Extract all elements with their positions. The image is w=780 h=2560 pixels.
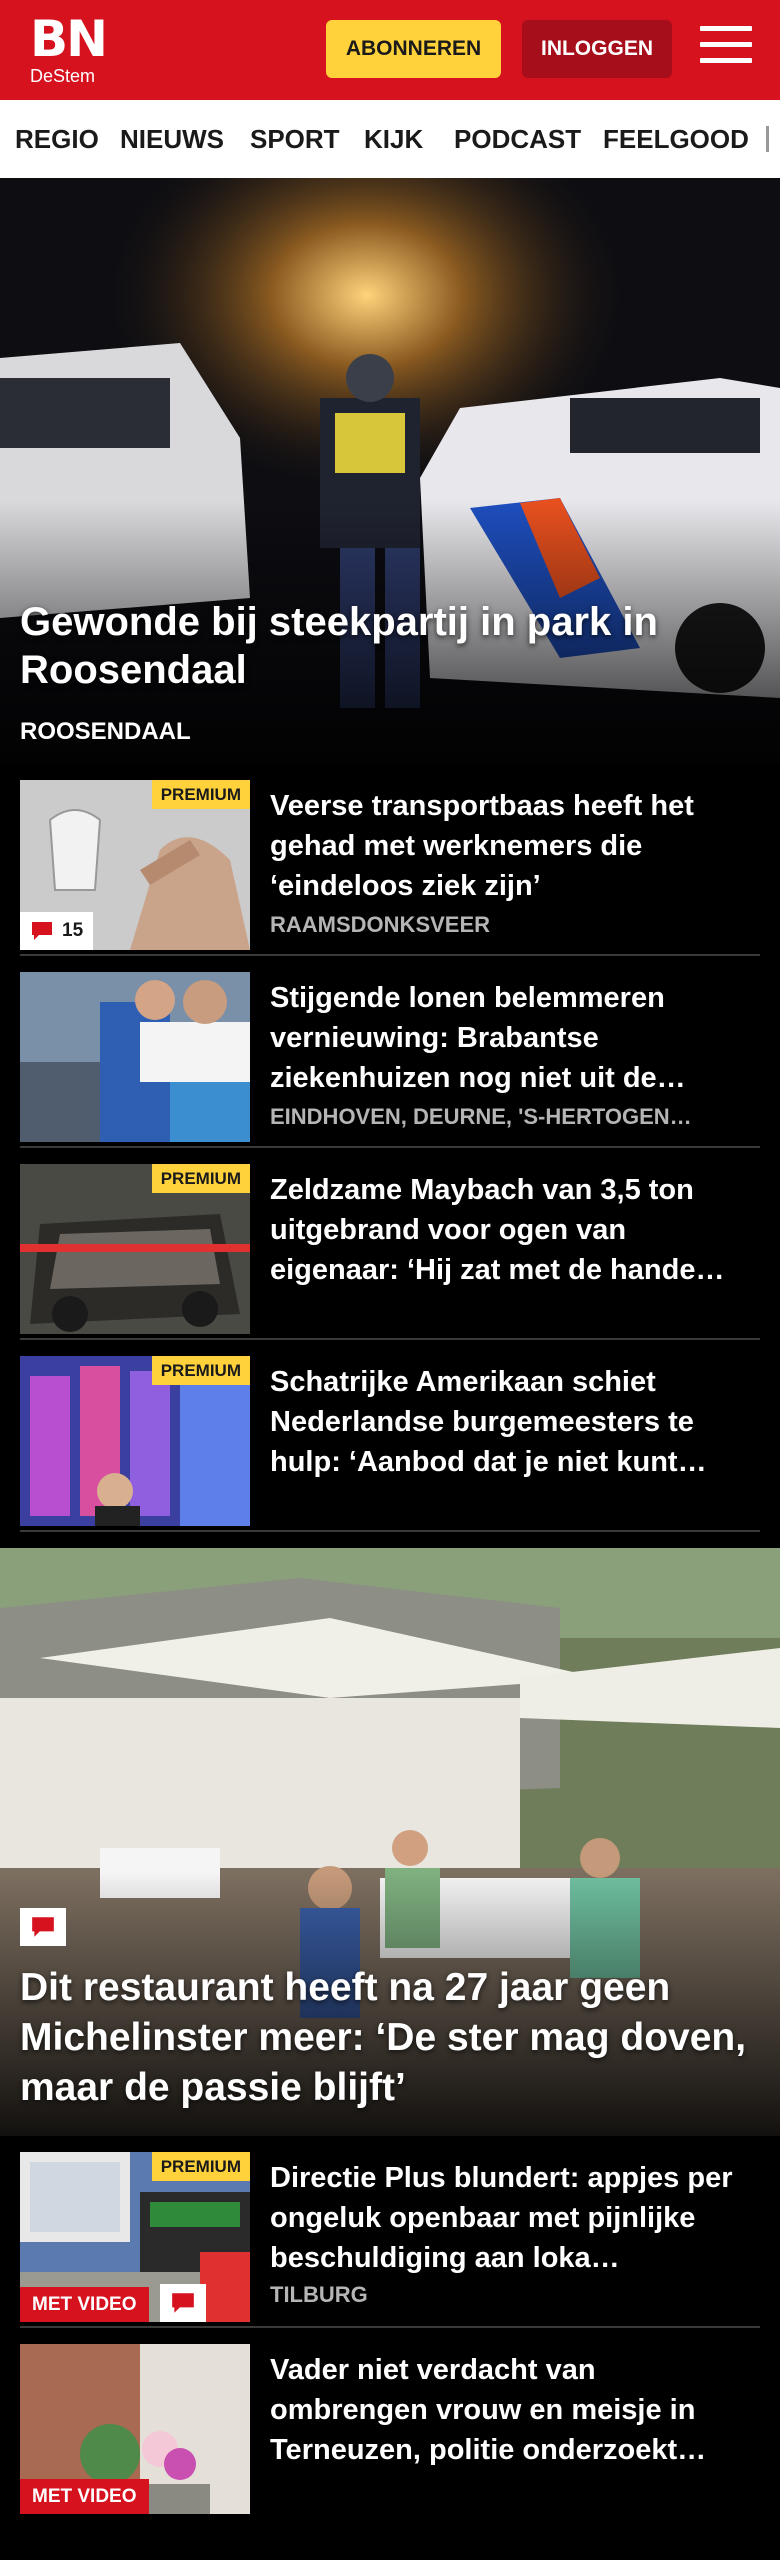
article-title[interactable]: Zeldzame Maybach van 3,5 ton uitgebrand … bbox=[270, 1170, 740, 1290]
nav-item-nieuws[interactable]: NIEUWS bbox=[120, 124, 224, 155]
article-title[interactable]: Stijgende lonen belemmeren vernieuwing: … bbox=[270, 978, 740, 1098]
article-thumbnail: MET VIDEO bbox=[20, 2344, 250, 2514]
nav-item-sport[interactable]: SPORT bbox=[250, 124, 340, 155]
hero-title[interactable]: Gewonde bij steekpartij in park in Roose… bbox=[20, 598, 720, 694]
comment-icon bbox=[32, 1917, 54, 1937]
comments-badge[interactable] bbox=[160, 2284, 206, 2322]
login-button[interactable]: INLOGGEN bbox=[522, 20, 672, 78]
article-row[interactable]: PREMIUM Schatrijke Amerikaan schiet Nede… bbox=[0, 1340, 780, 1532]
article-row[interactable]: Stijgende lonen belemmeren vernieuwing: … bbox=[0, 956, 780, 1148]
hero-article[interactable]: Gewonde bij steekpartij in park in Roose… bbox=[0, 178, 780, 764]
article-row[interactable]: PREMIUM MET VIDEO Directie Plus blundert… bbox=[0, 2136, 780, 2328]
article-thumbnail: PREMIUM bbox=[20, 1356, 250, 1526]
article-row[interactable]: PREMIUM Zeldzame Maybach van 3,5 ton uit… bbox=[0, 1148, 780, 1340]
article-thumbnail: PREMIUM 15 bbox=[20, 780, 250, 950]
article-thumbnail: PREMIUM MET VIDEO bbox=[20, 2152, 250, 2322]
nav-item-feelgood[interactable]: FEELGOOD bbox=[603, 124, 749, 155]
article-row[interactable]: PREMIUM 15 Veerse transportbaas heeft he… bbox=[0, 764, 780, 956]
article-row[interactable]: MET VIDEO Vader niet verdacht van ombren… bbox=[0, 2328, 780, 2520]
article-location: TILBURG bbox=[270, 2282, 368, 2307]
comments-badge[interactable] bbox=[20, 1908, 66, 1946]
subscribe-button[interactable]: ABONNEREN bbox=[326, 20, 501, 78]
premium-badge: PREMIUM bbox=[151, 780, 250, 809]
section-nav: REGIO NIEUWS SPORT KIJK PODCAST FEELGOOD bbox=[0, 100, 780, 179]
menu-icon[interactable] bbox=[700, 26, 752, 72]
feature-title[interactable]: Dit restaurant heeft na 27 jaar geen Mic… bbox=[20, 1963, 760, 2113]
video-badge: MET VIDEO bbox=[20, 2287, 149, 2322]
nav-overflow-hint bbox=[766, 126, 769, 152]
nav-item-kijk[interactable]: KIJK bbox=[364, 124, 423, 155]
article-title[interactable]: Schatrijke Amerikaan schiet Nederlandse … bbox=[270, 1362, 740, 1482]
article-thumbnail bbox=[20, 972, 250, 1142]
video-badge: MET VIDEO bbox=[20, 2479, 149, 2514]
nav-item-podcast[interactable]: PODCAST bbox=[454, 124, 581, 155]
article-location: RAAMSDONKSVEER bbox=[270, 912, 491, 937]
hero-location: ROOSENDAAL bbox=[20, 718, 191, 745]
top-bar: BN DeStem ABONNEREN INLOGGEN bbox=[0, 0, 780, 100]
comment-icon bbox=[32, 922, 52, 940]
comments-badge[interactable]: 15 bbox=[20, 912, 94, 950]
nav-item-regio[interactable]: REGIO bbox=[15, 124, 99, 155]
feature-article[interactable]: Dit restaurant heeft na 27 jaar geen Mic… bbox=[0, 1548, 780, 2136]
comment-icon bbox=[172, 2293, 194, 2313]
article-title[interactable]: Veerse transportbaas heeft het gehad met… bbox=[270, 786, 740, 906]
premium-badge: PREMIUM bbox=[151, 2152, 250, 2181]
premium-badge: PREMIUM bbox=[151, 1356, 250, 1385]
logo[interactable]: BN DeStem bbox=[30, 14, 120, 86]
article-title[interactable]: Directie Plus blundert: appjes per ongel… bbox=[270, 2158, 740, 2278]
divider bbox=[20, 1530, 760, 1532]
article-thumbnail: PREMIUM bbox=[20, 1164, 250, 1334]
logo-bn: BN bbox=[30, 10, 108, 68]
premium-badge: PREMIUM bbox=[151, 1164, 250, 1193]
article-location: EINDHOVEN, DEURNE, 'S-HERTOGEN… bbox=[270, 1104, 692, 1129]
article-title[interactable]: Vader niet verdacht van ombrengen vrouw … bbox=[270, 2350, 740, 2470]
comment-count: 15 bbox=[62, 920, 84, 941]
logo-destem: DeStem bbox=[30, 66, 96, 86]
